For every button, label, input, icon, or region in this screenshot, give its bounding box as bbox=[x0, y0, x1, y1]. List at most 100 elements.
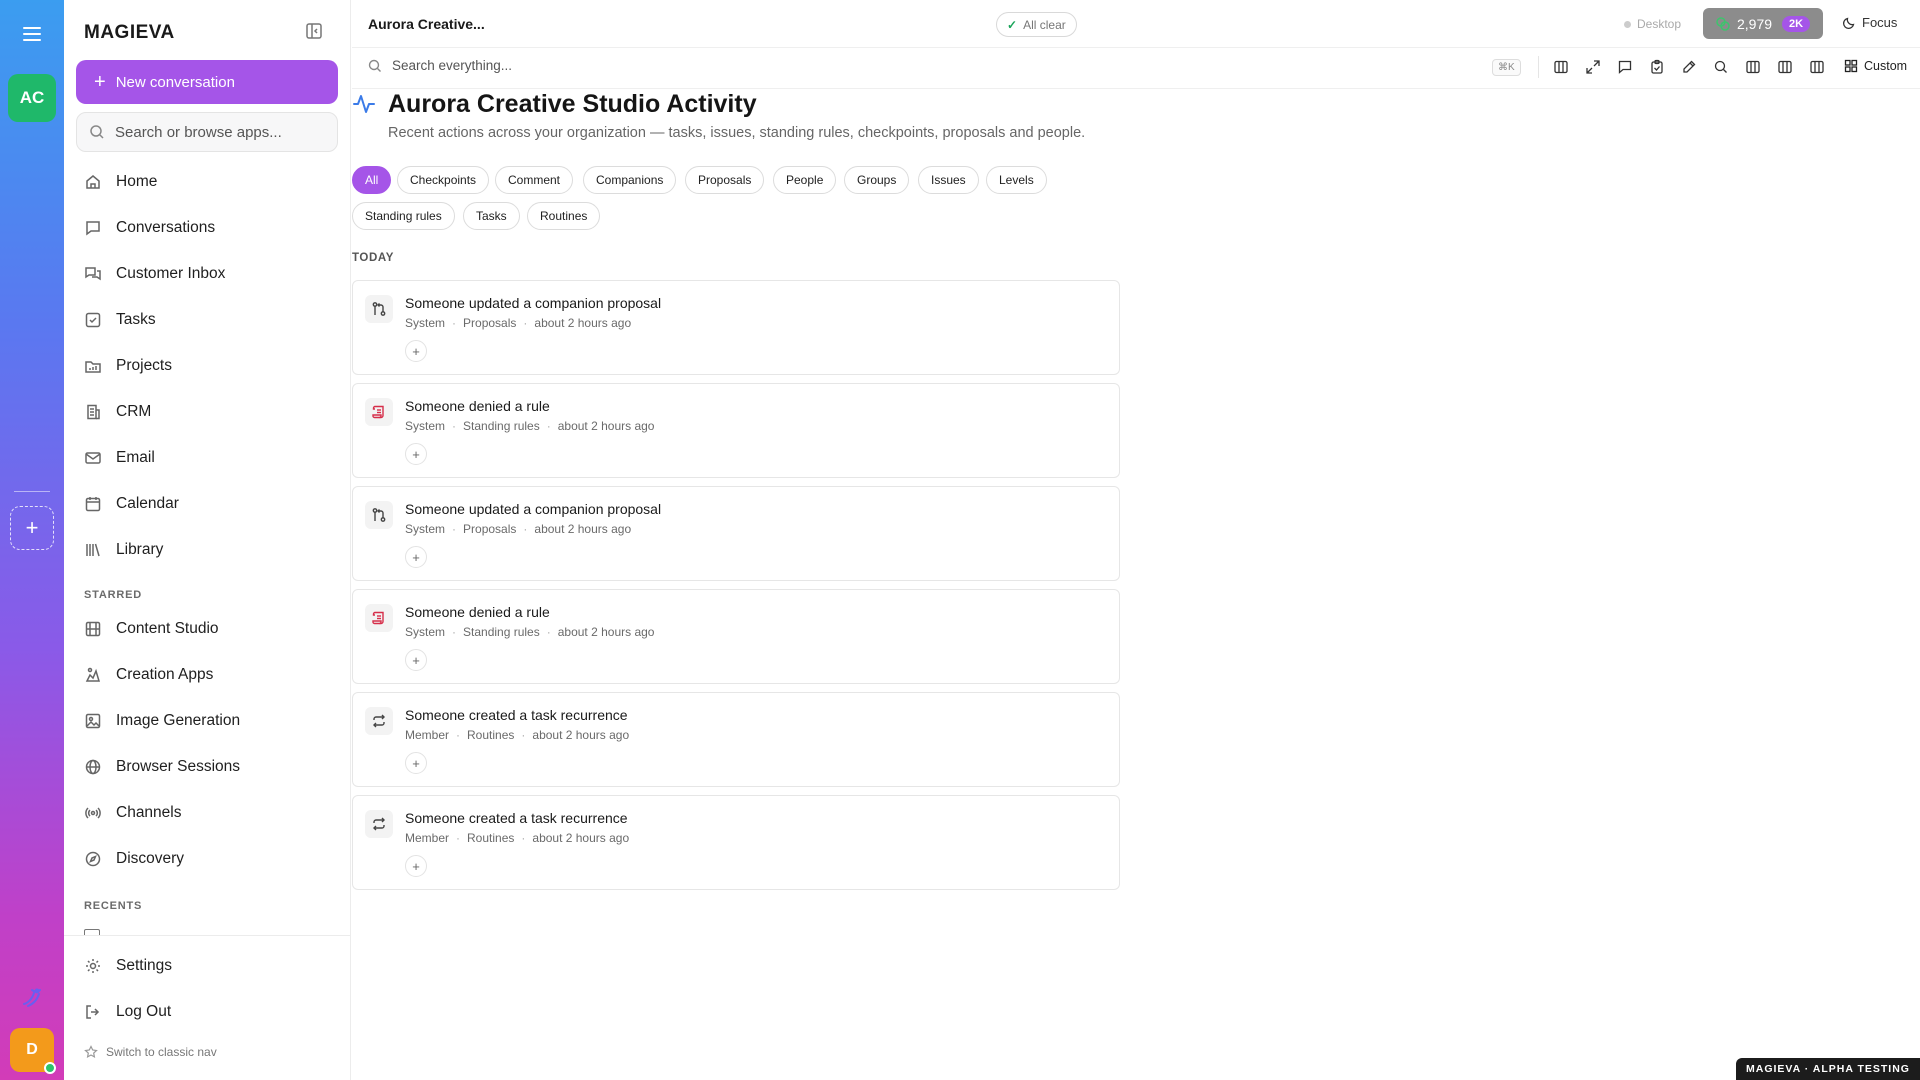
activity-card[interactable]: Someone updated a companion proposal Sys… bbox=[352, 280, 1120, 375]
nav-item-content-studio[interactable]: Content Studio bbox=[84, 614, 219, 644]
custom-label: Custom bbox=[1864, 59, 1908, 73]
switch-classic-nav-link[interactable]: Switch to classic nav bbox=[84, 1045, 217, 1059]
image-icon bbox=[84, 712, 102, 730]
add-reaction-button[interactable]: + bbox=[405, 649, 427, 671]
nav-item-creation-apps[interactable]: Creation Apps bbox=[84, 660, 213, 690]
filter-chip-comment[interactable]: Comment bbox=[495, 166, 574, 194]
sidebar-collapse-icon[interactable] bbox=[305, 22, 323, 40]
add-reaction-button[interactable]: + bbox=[405, 546, 427, 568]
search-tool-icon[interactable] bbox=[1713, 59, 1729, 75]
home-icon bbox=[84, 173, 102, 191]
filter-chip-levels[interactable]: Levels bbox=[986, 166, 1047, 194]
nav-label: Channels bbox=[116, 804, 182, 821]
app-search-input[interactable]: Search or browse apps... bbox=[76, 112, 338, 152]
nav-item-browser-sessions[interactable]: Browser Sessions bbox=[84, 752, 240, 782]
page-title: Aurora Creative Studio Activity bbox=[388, 90, 757, 118]
nav-item-image-generation[interactable]: Image Generation bbox=[84, 706, 240, 736]
columns-icon[interactable] bbox=[1809, 59, 1825, 75]
nav-item-conversations[interactable]: Conversations bbox=[84, 213, 215, 243]
nav-item-email[interactable]: Email bbox=[84, 443, 155, 473]
columns-icon[interactable] bbox=[1553, 59, 1569, 75]
breadcrumb[interactable]: Aurora Creative... bbox=[368, 16, 485, 32]
filter-chip-standing-rules[interactable]: Standing rules bbox=[352, 202, 455, 230]
filter-chip-routines[interactable]: Routines bbox=[527, 202, 601, 230]
global-search-placeholder: Search everything... bbox=[392, 58, 513, 73]
filter-chip-all[interactable]: All bbox=[352, 166, 392, 194]
activity-category[interactable]: Proposals bbox=[463, 522, 516, 536]
switch-classic-label: Switch to classic nav bbox=[106, 1045, 217, 1059]
new-conversation-button[interactable]: + New conversation bbox=[76, 60, 338, 104]
columns-icon[interactable] bbox=[1777, 59, 1793, 75]
nav-label: Discovery bbox=[116, 850, 185, 867]
nav-item-projects[interactable]: Projects bbox=[84, 351, 172, 381]
add-reaction-button[interactable]: + bbox=[405, 752, 427, 774]
add-workspace-button[interactable]: + bbox=[10, 506, 54, 550]
new-conversation-label: New conversation bbox=[115, 73, 235, 91]
nav-item-calendar[interactable]: Calendar bbox=[84, 489, 179, 519]
credits-badge: 2K bbox=[1782, 15, 1811, 32]
menu-icon[interactable] bbox=[20, 24, 44, 44]
star-icon bbox=[84, 1045, 98, 1059]
nav-item-settings[interactable]: Settings bbox=[84, 951, 172, 981]
section-heading-today: TODAY bbox=[352, 252, 394, 264]
status-badge[interactable]: ✓ All clear bbox=[996, 12, 1077, 37]
activity-category[interactable]: Proposals bbox=[463, 316, 516, 330]
activity-card[interactable]: Someone denied a rule System · Standing r… bbox=[352, 589, 1120, 684]
activity-time: about 2 hours ago bbox=[534, 316, 632, 330]
nav-item-home[interactable]: Home bbox=[84, 167, 157, 197]
user-avatar[interactable]: D bbox=[10, 1028, 56, 1074]
add-reaction-button[interactable]: + bbox=[405, 855, 427, 877]
activity-meta: System · Proposals · about 2 hours ago bbox=[405, 522, 631, 536]
focus-button[interactable]: Focus bbox=[1842, 15, 1897, 30]
add-reaction-button[interactable]: + bbox=[405, 340, 427, 362]
logout-icon bbox=[84, 1003, 102, 1021]
filter-chip-proposals[interactable]: Proposals bbox=[685, 166, 765, 194]
filter-chip-checkpoints[interactable]: Checkpoints bbox=[397, 166, 490, 194]
nav-item-customer-inbox[interactable]: Customer Inbox bbox=[84, 259, 225, 289]
activity-card[interactable]: Someone updated a companion proposal Sys… bbox=[352, 486, 1120, 581]
activity-card[interactable]: Someone created a task recurrence Member… bbox=[352, 692, 1120, 787]
custom-layout-button[interactable]: Custom bbox=[1844, 59, 1907, 73]
add-reaction-button[interactable]: + bbox=[405, 443, 427, 465]
nav-label: Settings bbox=[116, 957, 173, 974]
moon-icon bbox=[1842, 16, 1856, 30]
nav-item-channels[interactable]: Channels bbox=[84, 798, 182, 828]
nav-item-tasks[interactable]: Tasks bbox=[84, 305, 156, 335]
desktop-indicator[interactable]: Desktop bbox=[1624, 17, 1681, 31]
meta-separator: · bbox=[452, 625, 457, 639]
nav-item-crm[interactable]: CRM bbox=[84, 397, 151, 427]
nav-item-library[interactable]: Library bbox=[84, 535, 163, 565]
pen-icon[interactable] bbox=[1681, 59, 1697, 75]
filter-chip-companions[interactable]: Companions bbox=[583, 166, 677, 194]
meta-separator: · bbox=[523, 316, 528, 330]
expand-icon[interactable] bbox=[1585, 59, 1601, 75]
activity-title: Someone denied a rule bbox=[405, 398, 550, 414]
nav-label: Content Studio bbox=[116, 620, 219, 637]
global-search-input[interactable]: Search everything... bbox=[368, 58, 512, 73]
comment-icon[interactable] bbox=[1617, 59, 1633, 75]
filter-chip-tasks[interactable]: Tasks bbox=[463, 202, 520, 230]
nav-label: Browser Sessions bbox=[116, 758, 241, 775]
clipboard-check-icon[interactable] bbox=[1649, 59, 1665, 75]
activity-category[interactable]: Standing rules bbox=[463, 419, 540, 433]
nav-item-logout[interactable]: Log Out bbox=[84, 997, 171, 1027]
recent-item-clipped[interactable] bbox=[84, 927, 324, 935]
top-bar: Aurora Creative... ✓ All clear Desktop 2… bbox=[352, 0, 1920, 48]
workspace-avatar[interactable]: AC bbox=[8, 74, 56, 122]
nav-item-discovery[interactable]: Discovery bbox=[84, 844, 184, 874]
nav-label: CRM bbox=[116, 403, 152, 420]
chat-icon bbox=[84, 219, 102, 237]
activity-title: Someone denied a rule bbox=[405, 604, 550, 620]
activity-card[interactable]: Someone created a task recurrence Member… bbox=[352, 795, 1120, 890]
activity-category[interactable]: Routines bbox=[467, 831, 514, 845]
filter-chip-groups[interactable]: Groups bbox=[844, 166, 910, 194]
filter-chip-issues[interactable]: Issues bbox=[918, 166, 979, 194]
activity-category[interactable]: Standing rules bbox=[463, 625, 540, 639]
activity-card[interactable]: Someone denied a rule System · Standing r… bbox=[352, 383, 1120, 478]
activity-meta: System · Standing rules · about 2 hours ag… bbox=[405, 625, 654, 639]
starred-section-label: STARRED bbox=[84, 589, 142, 601]
activity-category[interactable]: Routines bbox=[467, 728, 514, 742]
columns-icon[interactable] bbox=[1745, 59, 1761, 75]
credits-button[interactable]: 2,979 2K bbox=[1703, 8, 1823, 39]
filter-chip-people[interactable]: People bbox=[773, 166, 837, 194]
